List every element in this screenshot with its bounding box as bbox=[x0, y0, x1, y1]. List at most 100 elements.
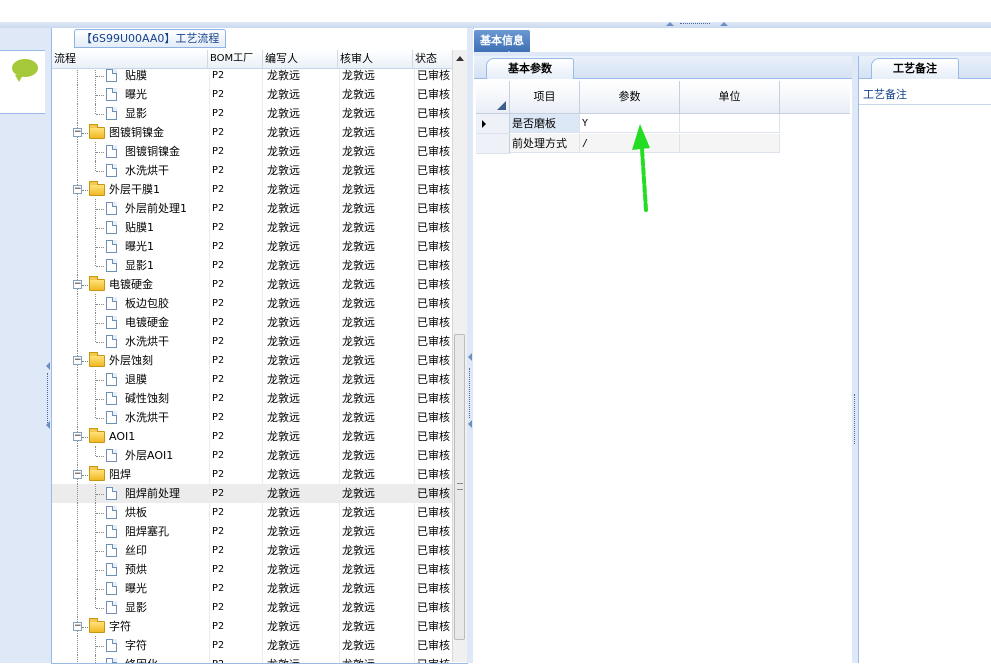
tree-node-cell[interactable]: 阻焊前处理 bbox=[52, 484, 210, 503]
tree-step-row[interactable]: 显影 P2 龙敦远 龙敦远 已审核 bbox=[52, 598, 452, 617]
tree-step-row[interactable]: 外层前处理1 P2 龙敦远 龙敦远 已审核 bbox=[52, 199, 452, 218]
tree-step-row[interactable]: 显影1 P2 龙敦远 龙敦远 已审核 bbox=[52, 256, 452, 275]
tree-step-row[interactable]: 贴膜 P2 龙敦远 龙敦远 已审核 bbox=[52, 69, 452, 85]
row-header[interactable] bbox=[476, 134, 510, 154]
tree-node-cell[interactable]: 电镀硬金 bbox=[52, 313, 210, 332]
tree-node-cell[interactable]: 显影1 bbox=[52, 256, 210, 275]
column-header-status[interactable]: 状态 bbox=[413, 50, 451, 68]
grid-cell-param[interactable]: Y bbox=[580, 114, 680, 133]
tree-folder-row[interactable]: − 电镀硬金 P2 龙敦远 龙敦远 已审核 bbox=[52, 275, 452, 294]
tree-folder-row[interactable]: − 阻焊 P2 龙敦远 龙敦远 已审核 bbox=[52, 465, 452, 484]
tree-node-cell[interactable]: 丝印 bbox=[52, 541, 210, 560]
tree-step-row[interactable]: 字符 P2 龙敦远 龙敦远 已审核 bbox=[52, 636, 452, 655]
tree-folder-row[interactable]: − 字符 P2 龙敦远 龙敦远 已审核 bbox=[52, 617, 452, 636]
tree-node-cell[interactable]: − 阻焊 bbox=[52, 465, 210, 484]
grid-cell-unit[interactable] bbox=[680, 114, 780, 133]
collapse-toggle-icon[interactable]: − bbox=[73, 356, 82, 365]
grid-cell-item[interactable]: 是否磨板 bbox=[510, 114, 580, 133]
collapse-toggle-icon[interactable]: − bbox=[73, 622, 82, 631]
column-header-reviewer[interactable]: 核审人 bbox=[338, 50, 413, 68]
row-header[interactable] bbox=[476, 114, 510, 134]
tree-step-row[interactable]: 阻焊塞孔 P2 龙敦远 龙敦远 已审核 bbox=[52, 522, 452, 541]
scroll-up-arrow-icon[interactable] bbox=[456, 56, 464, 61]
collapse-toggle-icon[interactable]: − bbox=[73, 470, 82, 479]
tree-node-cell[interactable]: 贴膜 bbox=[52, 69, 210, 85]
process-flow-tab[interactable]: 【6S99U00AA0】工艺流程 bbox=[74, 29, 227, 48]
tree-node-cell[interactable]: − 字符 bbox=[52, 617, 210, 636]
tree-node-cell[interactable]: 退膜 bbox=[52, 370, 210, 389]
tree-step-row[interactable]: 外层AOI1 P2 龙敦远 龙敦远 已审核 bbox=[52, 446, 452, 465]
grid-header-item[interactable]: 项目 bbox=[510, 81, 580, 113]
grid-header-param[interactable]: 参数 bbox=[580, 81, 680, 113]
tree-node-cell[interactable]: 水洗烘干 bbox=[52, 408, 210, 427]
tree-node-cell[interactable]: 外层AOI1 bbox=[52, 446, 210, 465]
tree-step-row[interactable]: 水洗烘干 P2 龙敦远 龙敦远 已审核 bbox=[52, 408, 452, 427]
tree-node-cell[interactable]: − AOI1 bbox=[52, 427, 210, 446]
tree-node-cell[interactable]: − 图镀铜镍金 bbox=[52, 123, 210, 142]
tree-folder-row[interactable]: − 外层干膜1 P2 龙敦远 龙敦远 已审核 bbox=[52, 180, 452, 199]
tree-node-cell[interactable]: 显影 bbox=[52, 104, 210, 123]
tab-basic-params[interactable]: 基本参数 bbox=[486, 58, 574, 79]
collapse-toggle-icon[interactable]: − bbox=[73, 280, 82, 289]
grid-cell-item[interactable]: 前处理方式 bbox=[510, 134, 580, 153]
tab-basic-info[interactable]: 基本信息 bbox=[474, 30, 530, 56]
tree-node-cell[interactable]: 贴膜1 bbox=[52, 218, 210, 237]
tree-node-cell[interactable]: 烘板 bbox=[52, 503, 210, 522]
tree-step-row[interactable]: 曝光 P2 龙敦远 龙敦远 已审核 bbox=[52, 85, 452, 104]
column-header-bom[interactable]: BOM工厂 bbox=[208, 50, 263, 68]
tree-node-cell[interactable]: 字符 bbox=[52, 636, 210, 655]
column-header-flow[interactable]: 流程 bbox=[52, 50, 208, 68]
tree-step-row[interactable]: 水洗烘干 P2 龙敦远 龙敦远 已审核 bbox=[52, 332, 452, 351]
tree-node-cell[interactable]: 阻焊塞孔 bbox=[52, 522, 210, 541]
grid-cell-param[interactable]: / bbox=[580, 134, 680, 153]
tree-node-cell[interactable]: 图镀铜镍金 bbox=[52, 142, 210, 161]
tree-node-cell[interactable]: 曝光 bbox=[52, 579, 210, 598]
tree-step-row[interactable]: 退膜 P2 龙敦远 龙敦远 已审核 bbox=[52, 370, 452, 389]
tree-node-cell[interactable]: 板边包胶 bbox=[52, 294, 210, 313]
tree-node-cell[interactable]: 曝光 bbox=[52, 85, 210, 104]
tree-node-cell[interactable]: 终固化 bbox=[52, 655, 210, 663]
tree-step-row[interactable]: 烘板 P2 龙敦远 龙敦远 已审核 bbox=[52, 503, 452, 522]
middle-splitter[interactable] bbox=[467, 28, 473, 663]
tree-node-cell[interactable]: 水洗烘干 bbox=[52, 161, 210, 180]
tree-step-row[interactable]: 贴膜1 P2 龙敦远 龙敦远 已审核 bbox=[52, 218, 452, 237]
grid-corner-icon[interactable] bbox=[476, 81, 510, 113]
tree-node-cell[interactable]: − 外层蚀刻 bbox=[52, 351, 210, 370]
nav-icon-slot[interactable] bbox=[0, 50, 45, 114]
tree-folder-row[interactable]: − 外层蚀刻 P2 龙敦远 龙敦远 已审核 bbox=[52, 351, 452, 370]
chat-bubble-icon[interactable] bbox=[12, 59, 38, 82]
tree-step-row[interactable]: 碱性蚀刻 P2 龙敦远 龙敦远 已审核 bbox=[52, 389, 452, 408]
tree-node-cell[interactable]: 曝光1 bbox=[52, 237, 210, 256]
scrollbar-thumb[interactable] bbox=[454, 334, 465, 640]
tree-node-cell[interactable]: 预烘 bbox=[52, 560, 210, 579]
collapse-toggle-icon[interactable]: − bbox=[73, 128, 82, 137]
tree-step-row[interactable]: 阻焊前处理 P2 龙敦远 龙敦远 已审核 bbox=[52, 484, 452, 503]
tree-vertical-scrollbar[interactable] bbox=[452, 50, 467, 662]
tree-step-row[interactable]: 电镀硬金 P2 龙敦远 龙敦远 已审核 bbox=[52, 313, 452, 332]
tree-step-row[interactable]: 图镀铜镍金 P2 龙敦远 龙敦远 已审核 bbox=[52, 142, 452, 161]
column-header-writer[interactable]: 编写人 bbox=[263, 50, 338, 68]
tree-node-cell[interactable]: − 电镀硬金 bbox=[52, 275, 210, 294]
tree-node-cell[interactable]: 显影 bbox=[52, 598, 210, 617]
tab-process-notes[interactable]: 工艺备注 bbox=[871, 58, 959, 79]
tree-node-cell[interactable]: 外层前处理1 bbox=[52, 199, 210, 218]
tree-node-cell[interactable]: 水洗烘干 bbox=[52, 332, 210, 351]
tree-folder-row[interactable]: − 图镀铜镍金 P2 龙敦远 龙敦远 已审核 bbox=[52, 123, 452, 142]
tree-node-cell[interactable]: − 外层干膜1 bbox=[52, 180, 210, 199]
tree-folder-row[interactable]: − AOI1 P2 龙敦远 龙敦远 已审核 bbox=[52, 427, 452, 446]
collapse-toggle-icon[interactable]: − bbox=[73, 185, 82, 194]
tree-step-row[interactable]: 板边包胶 P2 龙敦远 龙敦远 已审核 bbox=[52, 294, 452, 313]
tree-step-row[interactable]: 终固化P2龙敦远龙敦远已审核 bbox=[52, 655, 452, 663]
tree-step-row[interactable]: 曝光1 P2 龙敦远 龙敦远 已审核 bbox=[52, 237, 452, 256]
grid-cell-unit[interactable] bbox=[680, 134, 780, 153]
tree-step-row[interactable]: 预烘 P2 龙敦远 龙敦远 已审核 bbox=[52, 560, 452, 579]
tree-step-row[interactable]: 曝光 P2 龙敦远 龙敦远 已审核 bbox=[52, 579, 452, 598]
grid-header-unit[interactable]: 单位 bbox=[680, 81, 780, 113]
grid-row[interactable]: 前处理方式 / bbox=[476, 134, 850, 154]
tree-step-row[interactable]: 水洗烘干 P2 龙敦远 龙敦远 已审核 bbox=[52, 161, 452, 180]
tree-step-row[interactable]: 丝印 P2 龙敦远 龙敦远 已审核 bbox=[52, 541, 452, 560]
collapse-toggle-icon[interactable]: − bbox=[73, 432, 82, 441]
grid-row[interactable]: 是否磨板 Y bbox=[476, 114, 850, 134]
tree-step-row[interactable]: 显影 P2 龙敦远 龙敦远 已审核 bbox=[52, 104, 452, 123]
tree-node-cell[interactable]: 碱性蚀刻 bbox=[52, 389, 210, 408]
